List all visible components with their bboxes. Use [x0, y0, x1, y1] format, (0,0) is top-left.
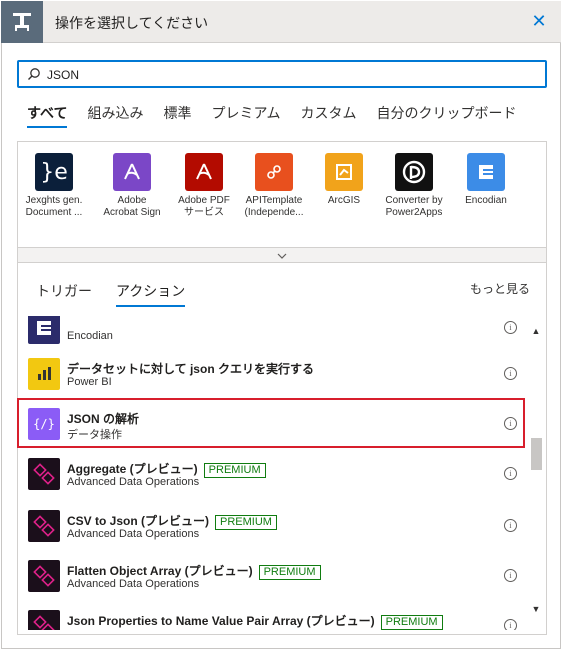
- info-icon[interactable]: i: [504, 519, 517, 532]
- scrollbar[interactable]: ▲ ▼: [528, 320, 544, 622]
- connector-name: ArcGIS: [327, 195, 361, 206]
- info-icon[interactable]: i: [504, 417, 517, 430]
- adobe-acrobat-sign-icon: [113, 153, 151, 191]
- premium-badge: PREMIUM: [258, 565, 321, 580]
- operation-icon: [1, 1, 43, 43]
- connector-adobe-pdf[interactable]: Adobe PDF サービス: [174, 153, 234, 219]
- tab-builtin[interactable]: 組み込み: [77, 102, 153, 130]
- search-box[interactable]: [17, 60, 547, 88]
- advanced-data-operations-icon: [28, 610, 60, 630]
- see-more-link[interactable]: もっと見る: [470, 280, 530, 297]
- list-item[interactable]: データセットに対して json クエリを実行する Power BI i: [19, 350, 525, 398]
- list-item[interactable]: {/} JSON の解析 データ操作 i: [19, 400, 525, 448]
- action-connector: Power BI: [67, 376, 112, 388]
- advanced-data-operations-icon: [28, 510, 60, 542]
- dialog-title: 操作を選択してください: [55, 15, 209, 31]
- power-bi-icon: [28, 358, 60, 390]
- encodian-icon: [467, 153, 505, 191]
- action-list: Encodian i データセットに対して json クエリを実行する Powe…: [19, 316, 525, 630]
- action-connector: データ操作: [67, 429, 122, 441]
- list-item[interactable]: Aggregate (プレビュー) PREMIUM Advanced Data O…: [19, 450, 525, 498]
- tab-all[interactable]: すべて: [27, 102, 77, 130]
- dialog-header: 操作を選択してください ✕: [1, 1, 561, 43]
- action-connector: Advanced Data Operations: [67, 476, 200, 488]
- tab-my-clipboard[interactable]: 自分のクリップボード: [367, 102, 527, 130]
- connector-panel: }e Jexghts gen. Document ... Adobe Acrob…: [17, 141, 547, 261]
- expand-connectors-button[interactable]: [17, 247, 547, 263]
- scrollbar-thumb[interactable]: [531, 438, 542, 470]
- connector-power2apps[interactable]: Converter by Power2Apps: [384, 153, 444, 219]
- jexghts-icon: }e: [35, 153, 73, 191]
- action-title: Json Properties to Name Value Pair Array…: [67, 612, 443, 630]
- info-icon[interactable]: i: [504, 619, 517, 630]
- scroll-down-icon[interactable]: ▼: [531, 604, 541, 614]
- tab-premium[interactable]: プレミアム: [201, 102, 290, 130]
- arcgis-icon: [325, 153, 363, 191]
- advanced-data-operations-icon: [28, 458, 60, 490]
- list-item[interactable]: CSV to Json (プレビュー) PREMIUM Advanced Data…: [19, 502, 525, 550]
- connector-jexghts[interactable]: }e Jexghts gen. Document ...: [24, 153, 84, 219]
- connector-name: Jexghts gen. Document ...: [25, 195, 83, 218]
- action-title: JSON の解析: [67, 412, 140, 426]
- info-icon[interactable]: i: [504, 321, 517, 334]
- adobe-pdf-icon: [185, 153, 223, 191]
- tab-standard[interactable]: 標準: [153, 102, 201, 130]
- connector-encodian[interactable]: Encodian: [456, 153, 516, 207]
- connector-arcgis[interactable]: ArcGIS: [314, 153, 374, 207]
- premium-badge: PREMIUM: [380, 615, 443, 630]
- search-icon: [28, 68, 40, 80]
- action-title: データセットに対して json クエリを実行する: [67, 362, 314, 376]
- scroll-up-icon[interactable]: ▲: [531, 326, 541, 336]
- info-icon[interactable]: i: [504, 467, 517, 480]
- connector-name: Converter by Power2Apps: [385, 195, 443, 218]
- connector-name: Adobe PDF サービス: [178, 195, 230, 218]
- connector-name: Adobe Acrobat Sign: [103, 195, 161, 218]
- search-input[interactable]: [45, 64, 539, 86]
- tab-custom[interactable]: カスタム: [291, 102, 367, 130]
- premium-badge: PREMIUM: [203, 463, 266, 478]
- encodian-icon: [28, 316, 60, 344]
- connector-adobe-acrobat-sign[interactable]: Adobe Acrobat Sign: [102, 153, 162, 219]
- list-item[interactable]: Flatten Object Array (プレビュー) PREMIUM Adva…: [19, 552, 525, 600]
- power2apps-icon: [395, 153, 433, 191]
- chevron-down-icon: [277, 253, 287, 259]
- premium-badge: PREMIUM: [215, 515, 277, 530]
- action-connector: Encodian: [67, 330, 113, 342]
- info-icon[interactable]: i: [504, 569, 517, 582]
- connector-name: APITemplate (Independe...: [244, 195, 304, 218]
- connector-apitemplate[interactable]: APITemplate (Independe...: [244, 153, 304, 219]
- action-connector: Advanced Data Operations: [67, 578, 200, 590]
- info-icon[interactable]: i: [504, 367, 517, 380]
- result-type-tabs: トリガー アクション: [36, 283, 209, 311]
- apitemplate-icon: [255, 153, 293, 191]
- tab-triggers[interactable]: トリガー: [36, 283, 92, 311]
- action-connector: Advanced Data Operations: [67, 528, 200, 540]
- close-icon[interactable]: ✕: [527, 9, 551, 33]
- list-item[interactable]: Json Properties to Name Value Pair Array…: [19, 602, 525, 630]
- data-operation-icon: {/}: [28, 408, 60, 440]
- advanced-data-operations-icon: [28, 560, 60, 592]
- list-item[interactable]: Encodian i: [19, 316, 525, 352]
- connector-name: Encodian: [465, 195, 507, 206]
- tab-actions[interactable]: アクション: [116, 283, 186, 311]
- category-tabs: すべて 組み込み 標準 プレミアム カスタム 自分のクリップボード: [27, 102, 527, 132]
